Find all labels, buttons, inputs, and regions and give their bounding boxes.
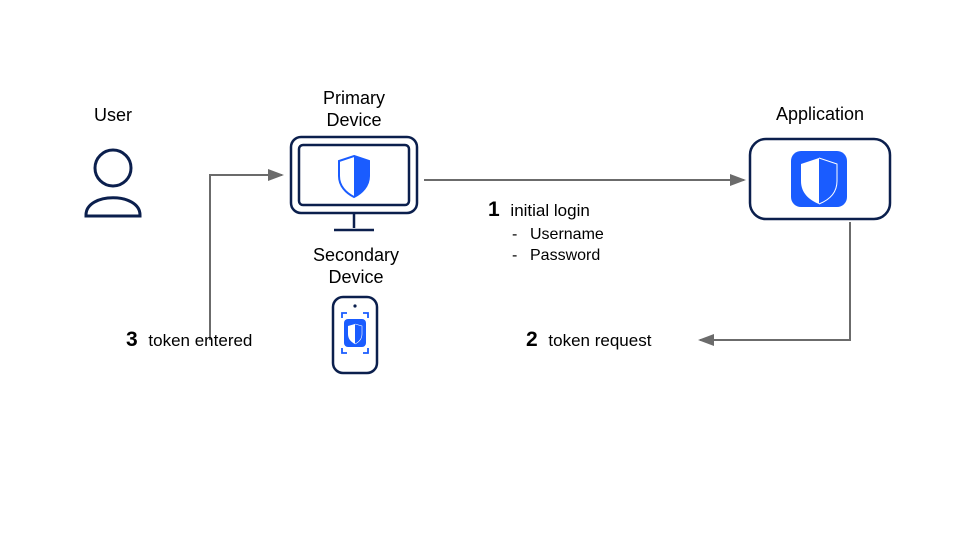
user-icon (86, 150, 140, 216)
application-icon (750, 139, 890, 219)
secondary-device-icon (333, 297, 377, 373)
application-label: Application (770, 104, 870, 126)
step2-label: 2 token request (526, 326, 651, 353)
step1-label: 1 initial login Username Password (488, 196, 604, 267)
primary-device-label: Primary Device (312, 88, 396, 131)
primary-device-icon (291, 137, 417, 230)
step1-items: Username Password (512, 225, 604, 267)
mfa-flow-diagram (0, 0, 960, 540)
arrow-token-entered (210, 175, 282, 340)
step3-label: 3 token entered (126, 326, 252, 353)
user-label: User (78, 105, 148, 127)
secondary-device-label: Secondary Device (306, 245, 406, 288)
arrow-token-request (700, 222, 850, 340)
